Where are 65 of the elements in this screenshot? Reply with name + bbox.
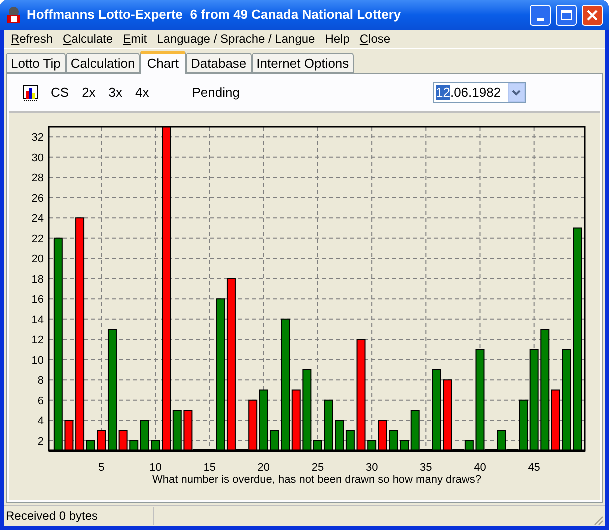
bar [314,440,322,452]
x-axis-title: What number is overdue, has not been drawn so how many draws? [152,474,482,486]
y-tick-label: 12 [32,334,44,347]
chevron-down-icon [512,90,521,96]
tab[interactable]: Calculation [66,53,140,73]
y-tick-label: 2 [38,436,44,448]
y-tick-label: 18 [32,274,44,286]
tab[interactable]: Lotto Tip [6,53,66,73]
status-bar-text: Received 0 bytes [4,507,154,525]
minimize-button[interactable] [530,4,551,26]
app-icon [6,6,22,24]
y-tick-label: 26 [32,192,44,205]
tab[interactable]: Chart [140,51,186,74]
bar [151,440,160,452]
bar [389,430,398,452]
resize-grip-icon [594,516,604,526]
menu-item[interactable]: Refresh [6,30,58,48]
bar [270,430,280,452]
status-text: Pending [192,84,240,102]
y-tick-label: 24 [32,213,44,226]
menu-item[interactable]: Close [354,30,396,48]
tab[interactable]: Internet Options [252,53,354,73]
menu-item[interactable]: Help [320,30,355,48]
toolbar-button[interactable]: 3x [108,82,123,102]
tab[interactable]: Database [186,53,252,73]
toolbar-button[interactable]: 2x [82,82,96,102]
y-tick-label: 20 [32,254,44,266]
date-field[interactable]: 12.06.1982 [433,82,526,103]
toolbar-button[interactable]: 4x [136,82,150,102]
y-tick-label: 16 [32,294,44,306]
y-tick-label: 4 [38,416,44,428]
menu-item[interactable]: Language / Sprache / Langue [152,30,320,48]
menu-item[interactable]: Emit [118,30,152,48]
bar [324,400,334,452]
y-tick-label: 8 [38,375,44,388]
y-tick-label: 10 [32,354,44,367]
x-tick-label: 10 [150,462,162,474]
x-tick-label: 25 [312,462,324,474]
y-tick-label: 14 [32,314,44,326]
y-tick-label: 28 [32,172,44,185]
y-tick-label: 30 [32,152,44,164]
bar [97,430,106,452]
bar [64,420,74,452]
maximize-button[interactable] [556,4,577,26]
maximize-icon [561,10,572,20]
x-tick-label: 5 [98,462,105,474]
y-tick-label: 22 [32,233,44,246]
y-tick-label: 32 [32,132,44,144]
y-tick-label: 6 [38,395,44,408]
dropdown-button[interactable] [508,83,525,102]
x-tick-label: 35 [420,462,432,474]
x-tick-label: 20 [258,462,270,474]
minimize-icon [537,18,544,20]
bar-chart-icon[interactable] [23,84,39,100]
menu-item[interactable]: Calculate [58,30,118,48]
x-tick-label: 15 [204,462,216,474]
x-tick-label: 45 [528,462,540,474]
toolbar-button[interactable]: CS [51,82,70,102]
window-title: Hoffmanns Lotto-Experte 6 from 49 Canada National Lottery [27,6,402,24]
close-button[interactable] [582,4,603,26]
x-tick-label: 40 [474,462,486,474]
close-icon [587,10,598,20]
x-tick-label: 30 [366,462,378,474]
bar [259,390,268,452]
bar [118,430,128,452]
